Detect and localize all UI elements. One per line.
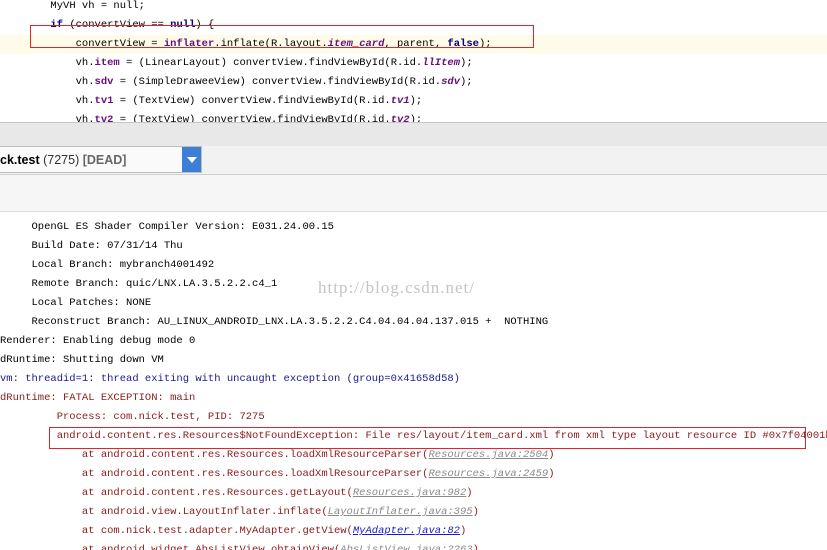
stack-trace-link[interactable]: Resources.java:2459	[428, 468, 548, 480]
code-line[interactable]: MyVH vh = null;	[0, 0, 145, 16]
logcat-header-band	[0, 175, 827, 212]
log-line: vm: threadid=1: thread exiting with unca…	[0, 370, 460, 389]
stack-trace-link[interactable]: LayoutInflater.java:395	[328, 506, 473, 518]
log-line: dRuntime: Shutting down VM	[0, 351, 164, 370]
stack-trace-link[interactable]: Resources.java:2504	[428, 449, 548, 461]
log-text: Reconstruct Branch: AU_LINUX_ANDROID_LNX…	[0, 316, 549, 328]
log-text: Remote Branch: quic/LNX.LA.3.5.2.2.c4_1	[0, 278, 278, 290]
logcat-output[interactable]: OpenGL ES Shader Compiler Version: E031.…	[0, 212, 827, 550]
code-token: = (TextView) convertView.findViewById(R.…	[113, 114, 391, 122]
chevron-down-icon[interactable]	[182, 147, 201, 172]
code-token: = (TextView) convertView.findViewById(R.…	[113, 95, 391, 107]
stack-trace-link[interactable]: AbsListView.java:2263	[340, 544, 472, 550]
log-line: Process: com.nick.test, PID: 7275	[0, 408, 265, 427]
log-text: dRuntime: Shutting down VM	[0, 354, 164, 366]
log-text: dRuntime: FATAL EXCEPTION: main	[0, 392, 196, 404]
log-text: )	[472, 506, 479, 518]
code-token: MyVH vh = null;	[50, 0, 145, 12]
process-name: ck.test	[0, 153, 40, 167]
code-token: );	[409, 114, 423, 122]
log-text: vm: threadid=1: thread exiting with unca…	[0, 373, 460, 385]
log-line: Renderer: Enabling debug mode 0	[0, 332, 195, 351]
log-text: Process: com.nick.test, PID: 7275	[0, 411, 265, 423]
process-toolbar: ck.test (7275) [DEAD]	[0, 146, 827, 175]
code-token: = (SimpleDraweeView) convertView.findVie…	[113, 76, 442, 88]
log-line: at android.content.res.Resources.getLayo…	[0, 484, 473, 503]
code-token: vh.	[75, 57, 95, 69]
code-token: tv1	[94, 95, 114, 107]
log-line: OpenGL ES Shader Compiler Version: E031.…	[0, 218, 334, 237]
code-token: );	[460, 57, 473, 69]
code-line[interactable]: vh.sdv = (SimpleDraweeView) convertView.…	[0, 73, 473, 92]
code-line[interactable]: vh.item = (LinearLayout) convertView.fin…	[0, 54, 473, 73]
log-text: at com.nick.test.adapter.MyAdapter.getVi…	[0, 525, 353, 537]
log-text: at android.content.res.Resources.getLayo…	[0, 487, 353, 499]
code-line[interactable]: vh.tv2 = (TextView) convertView.findView…	[0, 111, 423, 122]
stack-trace-link[interactable]: MyAdapter.java:82	[353, 525, 460, 537]
watermark-text: http://blog.csdn.net/	[318, 278, 475, 297]
code-token: );	[409, 95, 423, 107]
log-line: Local Branch: mybranch4001492	[0, 256, 215, 275]
log-line: Remote Branch: quic/LNX.LA.3.5.2.2.c4_1	[0, 275, 278, 294]
process-selector[interactable]: ck.test (7275) [DEAD]	[0, 146, 202, 173]
log-line: at android.view.LayoutInflater.inflate(L…	[0, 503, 479, 522]
code-token: sdv	[441, 76, 460, 88]
highlight-box-inflate-line	[30, 25, 534, 48]
log-text: Local Patches: NONE	[0, 297, 152, 309]
log-text: at android.content.res.Resources.loadXml…	[0, 449, 429, 461]
log-text: OpenGL ES Shader Compiler Version: E031.…	[0, 221, 334, 233]
log-text: )	[472, 544, 479, 550]
log-line: Build Date: 07/31/14 Thu	[0, 237, 183, 256]
log-text: at android.widget.AbsListView.obtainView…	[0, 544, 341, 550]
code-token: tv2	[390, 114, 410, 122]
code-token: tv1	[390, 95, 410, 107]
log-text: )	[466, 487, 473, 499]
stack-trace-link[interactable]: Resources.java:982	[353, 487, 466, 499]
log-text: at android.view.LayoutInflater.inflate(	[0, 506, 328, 518]
log-text: at android.content.res.Resources.loadXml…	[0, 468, 429, 480]
highlight-box-exception	[49, 427, 806, 449]
panel-splitter[interactable]	[0, 122, 827, 147]
code-token: tv2	[94, 114, 114, 122]
code-token: vh.	[75, 76, 95, 88]
log-text: Renderer: Enabling debug mode 0	[0, 335, 196, 347]
log-text: )	[459, 525, 467, 537]
log-text: Local Branch: mybranch4001492	[0, 259, 215, 271]
code-token: );	[460, 76, 473, 88]
process-pid: (7275)	[43, 153, 80, 167]
log-line: at android.content.res.Resources.loadXml…	[0, 465, 555, 484]
log-line: Reconstruct Branch: AU_LINUX_ANDROID_LNX…	[0, 313, 549, 332]
code-token: llItem	[422, 57, 461, 69]
code-editor[interactable]: MyVH vh = null; if (convertView == null)…	[0, 0, 827, 122]
log-line: dRuntime: FATAL EXCEPTION: main	[0, 389, 195, 408]
process-selector-label: ck.test (7275) [DEAD]	[0, 153, 126, 167]
code-token: sdv	[94, 76, 114, 88]
code-token: item	[94, 57, 120, 69]
code-token: vh.	[75, 95, 95, 107]
log-line: at com.nick.test.adapter.MyAdapter.getVi…	[0, 522, 466, 541]
log-line: Local Patches: NONE	[0, 294, 152, 313]
code-token: vh.	[75, 114, 95, 122]
code-line[interactable]: vh.tv1 = (TextView) convertView.findView…	[0, 92, 423, 111]
process-status: [DEAD]	[82, 153, 127, 167]
log-line: at android.widget.AbsListView.obtainView…	[0, 541, 479, 550]
log-text: )	[548, 468, 555, 480]
code-token: = (LinearLayout) convertView.findViewByI…	[119, 57, 423, 69]
log-text: )	[548, 449, 555, 461]
log-text: Build Date: 07/31/14 Thu	[0, 240, 183, 252]
